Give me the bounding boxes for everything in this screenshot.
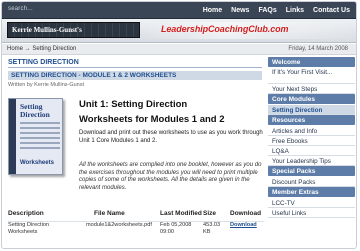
col-download: Download (230, 210, 262, 217)
nav-home[interactable]: Home (203, 7, 222, 14)
details-paragraph: All the worksheets are complied into one… (79, 162, 262, 191)
worksheets-title: Worksheets for Modules 1 and 2 (79, 114, 225, 125)
breadcrumb-bar: Home → Setting Direction Friday, 14 Marc… (2, 44, 356, 55)
site-logo[interactable]: LeadershipCoachingClub.com (161, 24, 289, 34)
main-nav: Home News FAQs Links Contact Us (203, 2, 350, 19)
row-modified: Feb 05,2008 09:00 (160, 222, 192, 235)
sidebar-item-lcc-tv[interactable]: LCC-TV (268, 198, 355, 208)
sidebar-item-articles[interactable]: Articles and Info (268, 126, 355, 136)
intro-paragraph: Download and print out these worksheets … (79, 130, 263, 144)
nav-links[interactable]: Links (286, 7, 304, 14)
main-content: SETTING DIRECTION SETTING DIRECTION - MO… (8, 59, 262, 88)
sidebar-item-setting-direction[interactable]: Setting Direction (268, 105, 355, 115)
sidebar-item-useful-links[interactable]: Useful Links (268, 208, 355, 218)
table-row: Setting Direction Worksheets module1&2wo… (8, 221, 264, 241)
col-size: Size (203, 210, 217, 217)
sidebar-heading-special: Special Packs (268, 166, 355, 176)
sidebar: Welcome If It's Your First Visit... Your… (268, 57, 355, 218)
current-date: Friday, 14 March 2008 (288, 46, 348, 52)
nav-contact[interactable]: Contact Us (313, 7, 350, 14)
files-table-header: Description File Name Last Modified Size… (8, 210, 264, 219)
sidebar-item-discount[interactable]: Discount Packs (268, 177, 355, 187)
sidebar-item-tips[interactable]: Your Leadership Tips (268, 156, 355, 166)
book-cover-image: Setting Direction Worksheets (8, 98, 63, 175)
col-last-modified: Last Modified (160, 210, 202, 217)
author-logo-text: Kerrie Mullins-Gunst's (12, 26, 82, 34)
sidebar-item-lqa[interactable]: LQ&A (268, 146, 355, 156)
author-line: Written by Kerrie Mullins-Gunst (8, 82, 85, 88)
sidebar-item-ebooks[interactable]: Free Ebooks (268, 136, 355, 146)
row-description: Setting Direction Worksheets (8, 222, 50, 235)
sidebar-heading-resources: Resources (268, 115, 355, 125)
row-file-name: module1&2worksheets.pdf (86, 222, 152, 228)
sidebar-heading-core: Core Modules (268, 94, 355, 104)
search-input[interactable]: search... (8, 6, 33, 12)
col-description: Description (8, 210, 44, 217)
browser-page: search... Home News FAQs Links Contact U… (1, 1, 357, 249)
sidebar-item-next-steps[interactable]: Your Next Steps (268, 84, 355, 94)
nav-faqs[interactable]: FAQs (258, 7, 276, 14)
download-link[interactable]: Download (230, 222, 257, 229)
col-file-name: File Name (94, 210, 125, 217)
section-heading: SETTING DIRECTION (8, 59, 262, 68)
book-cover-label: Worksheets (20, 160, 54, 166)
unit-title: Unit 1: Setting Direction (79, 99, 188, 110)
sidebar-item-first-visit[interactable]: If It's Your First Visit... (268, 68, 355, 84)
sidebar-heading-extras: Member Extras (268, 187, 355, 197)
book-cover-title: Setting Direction (20, 102, 50, 119)
author-logo[interactable]: Kerrie Mullins-Gunst's (7, 22, 140, 38)
article-heading[interactable]: SETTING DIRECTION - MODULE 1 & 2 WORKSHE… (8, 71, 262, 80)
site-banner: Kerrie Mullins-Gunst's LeadershipCoachin… (2, 19, 356, 43)
breadcrumb[interactable]: Home → Setting Direction (7, 46, 76, 52)
nav-news[interactable]: News (231, 7, 249, 14)
top-nav-bar: search... Home News FAQs Links Contact U… (2, 2, 356, 19)
sidebar-heading-welcome: Welcome (268, 57, 355, 67)
row-size: 453.03 KB (203, 222, 221, 235)
